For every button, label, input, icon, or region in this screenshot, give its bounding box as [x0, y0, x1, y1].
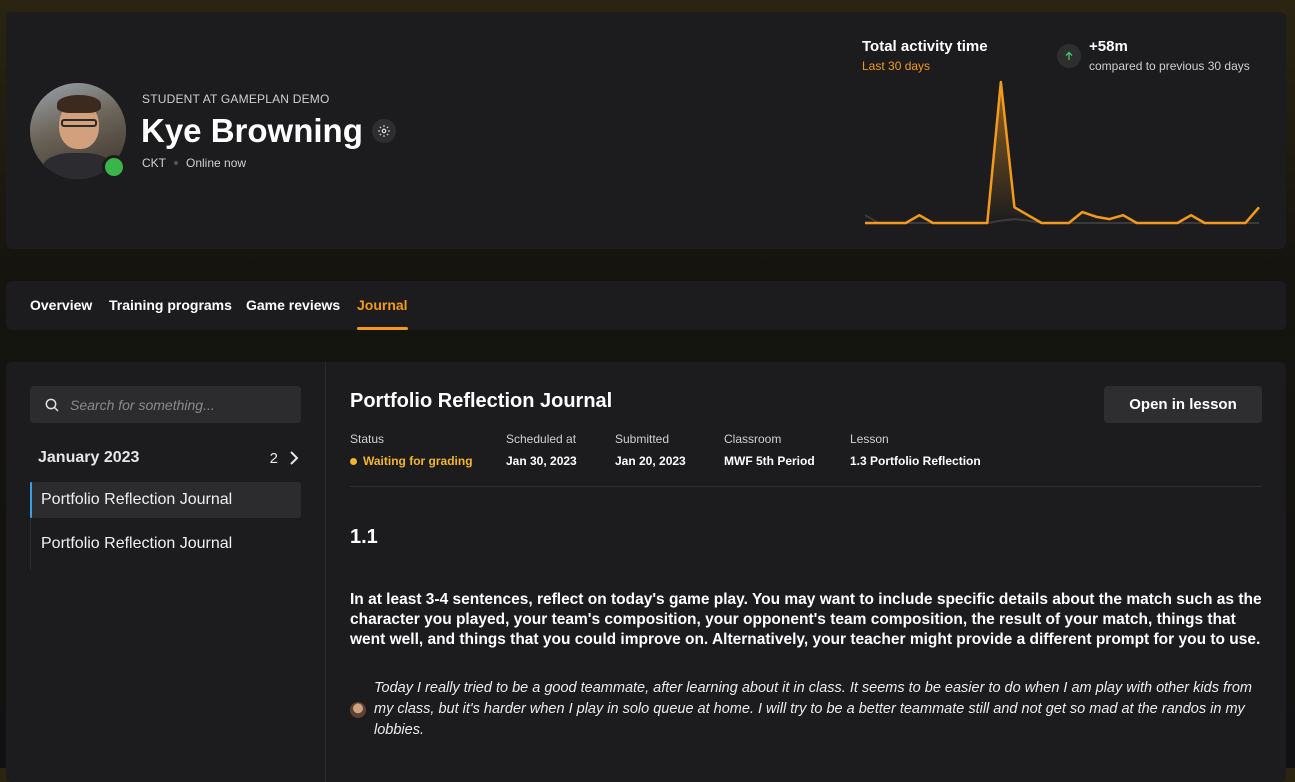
status-badge: Waiting for grading	[350, 454, 473, 468]
lesson-value: 1.3 Portfolio Reflection	[850, 454, 981, 468]
activity-title: Total activity time	[862, 38, 988, 55]
separator-dot	[174, 161, 178, 165]
activity-chart	[864, 80, 1260, 225]
profile-role: STUDENT AT GAMEPLAN DEMO	[142, 92, 330, 106]
trend-up-indicator	[1057, 44, 1081, 68]
status-label: Status	[350, 432, 385, 446]
journal-entry-item[interactable]: Portfolio Reflection Journal	[30, 482, 301, 518]
journal-sidebar: January 2023 2 Portfolio Reflection Jour…	[6, 362, 326, 782]
journal-answer-text: Today I really tried to be a good teamma…	[374, 680, 1252, 738]
settings-button[interactable]	[372, 119, 396, 143]
scheduled-label: Scheduled at	[506, 432, 577, 446]
month-group-header[interactable]: January 2023 2	[38, 448, 300, 468]
search-box[interactable]	[30, 386, 301, 423]
search-icon	[45, 398, 59, 412]
chevron-right-icon	[290, 451, 299, 465]
month-entry-count: 2	[269, 449, 278, 467]
journal-entry-list: Portfolio Reflection Journal Portfolio R…	[30, 482, 301, 570]
divider	[350, 486, 1262, 487]
profile-tabs: Overview Training programs Game reviews …	[6, 281, 1286, 330]
tab-training-programs[interactable]: Training programs	[109, 281, 232, 330]
arrow-up-icon	[1065, 51, 1073, 60]
profile-status: Online now	[186, 156, 247, 170]
journal-title: Portfolio Reflection Journal	[350, 390, 613, 412]
tab-game-reviews[interactable]: Game reviews	[246, 281, 340, 330]
classroom-value: MWF 5th Period	[724, 454, 815, 468]
tab-journal[interactable]: Journal	[357, 281, 408, 330]
journal-entry-item[interactable]: Portfolio Reflection Journal	[31, 526, 301, 562]
scheduled-value: Jan 30, 2023	[506, 454, 577, 468]
gear-icon	[378, 125, 390, 137]
profile-header: STUDENT AT GAMEPLAN DEMO Kye Browning CK…	[6, 12, 1286, 249]
classroom-label: Classroom	[724, 432, 782, 446]
online-status-indicator	[102, 155, 126, 179]
profile-meta: CKT Online now	[142, 156, 246, 170]
author-avatar	[350, 701, 366, 718]
month-label: January 2023	[38, 449, 140, 466]
section-number: 1.1	[350, 526, 378, 548]
journal-panel: January 2023 2 Portfolio Reflection Jour…	[6, 362, 1286, 782]
submitted-label: Submitted	[615, 432, 670, 446]
journal-answer: Today I really tried to be a good teamma…	[350, 678, 1262, 741]
journal-entry-label: Portfolio Reflection Journal	[41, 491, 233, 508]
profile-name: Kye Browning	[141, 112, 363, 149]
status-value: Waiting for grading	[363, 454, 473, 468]
lesson-label: Lesson	[850, 432, 889, 446]
journal-prompt: In at least 3-4 sentences, reflect on to…	[350, 591, 1262, 648]
tab-overview[interactable]: Overview	[30, 281, 92, 330]
activity-delta: +58m	[1089, 38, 1128, 55]
activity-line-current	[865, 80, 1260, 225]
submitted-value: Jan 20, 2023	[615, 454, 686, 468]
activity-area	[865, 82, 1259, 223]
profile-team: CKT	[142, 156, 166, 170]
journal-entry-label: Portfolio Reflection Journal	[41, 535, 233, 552]
open-in-lesson-button[interactable]: Open in lesson	[1104, 386, 1262, 423]
status-dot	[350, 457, 357, 465]
search-input[interactable]	[70, 396, 280, 413]
